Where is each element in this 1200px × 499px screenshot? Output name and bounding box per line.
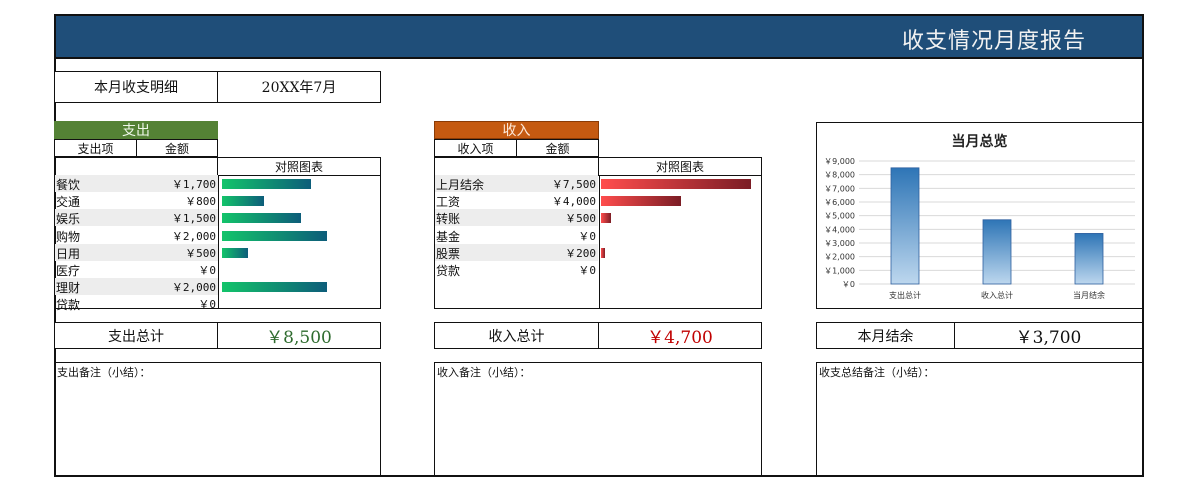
item-amount: ￥200 bbox=[565, 246, 596, 260]
list-item: 基金 ￥0 bbox=[435, 227, 598, 244]
item-amount: ￥0 bbox=[198, 298, 216, 312]
list-item: 转账 ￥500 bbox=[435, 209, 598, 227]
item-amount: ￥0 bbox=[198, 264, 216, 277]
list-item: 日用 ￥500 bbox=[55, 243, 218, 261]
y-tick-label: ￥6,000 bbox=[824, 198, 855, 207]
balance-value: ￥3,700 bbox=[954, 322, 1143, 349]
item-name: 上月结余 bbox=[436, 178, 485, 192]
item-amount: ￥500 bbox=[565, 212, 596, 226]
comparison-bar bbox=[222, 213, 301, 224]
title-banner: 收支情况月度报告 bbox=[56, 16, 1142, 59]
chart-svg: ￥0 ￥1,000 ￥2,000 ￥3,000 ￥4,000 ￥5,000 ￥6,000 ￥7… bbox=[824, 157, 1135, 300]
income-list: 上月结余 ￥7,500 工资 ￥4,000 转账 ￥500 基金 ￥0 股票 ￥200 贷款 ￥0 bbox=[434, 175, 762, 309]
list-item: 上月结余 ￥7,500 bbox=[435, 175, 598, 192]
list-item: 股票 ￥200 bbox=[435, 243, 598, 261]
y-tick-label: ￥2,000 bbox=[824, 253, 855, 262]
item-amount: ￥800 bbox=[185, 195, 216, 209]
period-label: 本月收支明细 bbox=[54, 71, 218, 103]
list-item: 工资 ￥4,000 bbox=[435, 192, 598, 209]
list-item: 交通 ￥800 bbox=[55, 192, 218, 209]
list-item: 医疗 ￥0 bbox=[55, 261, 218, 278]
expense-note[interactable]: 支出备注（小结）： bbox=[54, 362, 381, 477]
item-name: 购物 bbox=[56, 229, 81, 244]
item-amount: ￥0 bbox=[578, 229, 596, 243]
comparison-bar bbox=[601, 196, 681, 207]
y-tick-label: ￥3,000 bbox=[824, 239, 855, 248]
x-tick-label: 支出总计 bbox=[889, 290, 921, 300]
income-note[interactable]: 收入备注（小结）： bbox=[434, 362, 762, 477]
item-amount: ￥1,500 bbox=[171, 212, 216, 226]
income-total-value: ￥4,700 bbox=[598, 322, 762, 349]
comparison-bar bbox=[601, 179, 751, 189]
comparison-bar bbox=[222, 196, 264, 207]
income-header: 收入 bbox=[434, 121, 599, 139]
y-tick-label: ￥7,000 bbox=[824, 184, 855, 193]
list-item: 餐饮 ￥1,700 bbox=[55, 175, 218, 192]
expense-blank-cell bbox=[54, 157, 218, 176]
item-name: 日用 bbox=[56, 246, 81, 261]
y-tick-label: ￥5,000 bbox=[824, 212, 855, 221]
list-item: 娱乐 ￥1,500 bbox=[55, 209, 218, 227]
item-amount: ￥500 bbox=[185, 246, 216, 260]
item-amount: ￥2,000 bbox=[171, 281, 216, 295]
comparison-bar bbox=[222, 282, 327, 293]
report-title: 收支情况月度报告 bbox=[901, 29, 1086, 54]
income-col-item: 收入项 bbox=[434, 139, 517, 157]
item-name: 餐饮 bbox=[56, 178, 81, 192]
income-col-amount: 金额 bbox=[516, 139, 599, 157]
comparison-bar bbox=[601, 213, 611, 224]
item-name: 基金 bbox=[436, 229, 461, 244]
expense-header: 支出 bbox=[54, 121, 218, 139]
balance-label: 本月结余 bbox=[816, 322, 955, 349]
expense-col-item: 支出项 bbox=[54, 139, 137, 157]
item-name: 转账 bbox=[436, 212, 461, 227]
x-tick-label: 收入总计 bbox=[981, 290, 1013, 300]
income-col-chart: 对照图表 bbox=[598, 157, 762, 176]
income-divider bbox=[599, 175, 600, 308]
item-name: 贷款 bbox=[436, 264, 461, 278]
x-tick-label: 当月结余 bbox=[1073, 290, 1105, 300]
y-tick-label: ￥0 bbox=[842, 280, 855, 289]
y-tick-label: ￥9,000 bbox=[824, 157, 855, 166]
y-tick-label: ￥4,000 bbox=[824, 225, 855, 234]
item-amount: ￥2,000 bbox=[171, 229, 216, 243]
item-amount: ￥7,500 bbox=[551, 178, 596, 191]
item-name: 交通 bbox=[56, 195, 81, 210]
item-name: 医疗 bbox=[56, 264, 81, 278]
list-item: 购物 ￥2,000 bbox=[55, 227, 218, 244]
item-name: 贷款 bbox=[56, 298, 81, 313]
expense-col-chart: 对照图表 bbox=[217, 157, 381, 176]
item-amount: ￥0 bbox=[578, 264, 596, 277]
period-value: 20XX年7月 bbox=[217, 71, 381, 103]
comparison-bar bbox=[222, 179, 312, 189]
comparison-bar bbox=[222, 247, 249, 258]
overview-chart: 当月总览 ￥0 ￥1,000 ￥2,000 ￥3,000 ￥4,000 ￥5,000 ￥6,… bbox=[816, 122, 1143, 309]
income-total-label: 收入总计 bbox=[434, 322, 599, 349]
chart-bar bbox=[890, 167, 920, 285]
y-tick-label: ￥8,000 bbox=[824, 171, 855, 180]
y-tick-label: ￥1,000 bbox=[824, 266, 855, 275]
chart-bar bbox=[1074, 233, 1104, 285]
comparison-bar bbox=[601, 247, 605, 258]
list-item: 贷款 ￥0 bbox=[435, 261, 598, 278]
income-blank-cell bbox=[434, 157, 599, 176]
item-name: 娱乐 bbox=[56, 212, 81, 227]
expense-list: 餐饮 ￥1,700 交通 ￥800 娱乐 ￥1,500 购物 ￥2,000 日用 ￥500 医疗 ￥0… bbox=[54, 175, 381, 312]
item-name: 理财 bbox=[56, 281, 81, 296]
list-item: 理财 ￥2,000 bbox=[55, 278, 218, 296]
item-name: 工资 bbox=[436, 195, 461, 210]
item-amount: ￥4,000 bbox=[551, 195, 596, 209]
item-amount: ￥1,700 bbox=[171, 178, 216, 191]
expense-col-amount: 金额 bbox=[136, 139, 218, 157]
expense-divider bbox=[218, 175, 219, 308]
comparison-bar bbox=[222, 230, 327, 241]
chart-bar bbox=[982, 219, 1012, 285]
list-item: 贷款 ￥0 bbox=[55, 295, 218, 312]
expense-total-value: ￥8,500 bbox=[217, 322, 381, 349]
expense-total-label: 支出总计 bbox=[54, 322, 218, 349]
summary-note[interactable]: 收支总结备注（小结）： bbox=[816, 362, 1143, 477]
item-name: 股票 bbox=[436, 246, 461, 261]
